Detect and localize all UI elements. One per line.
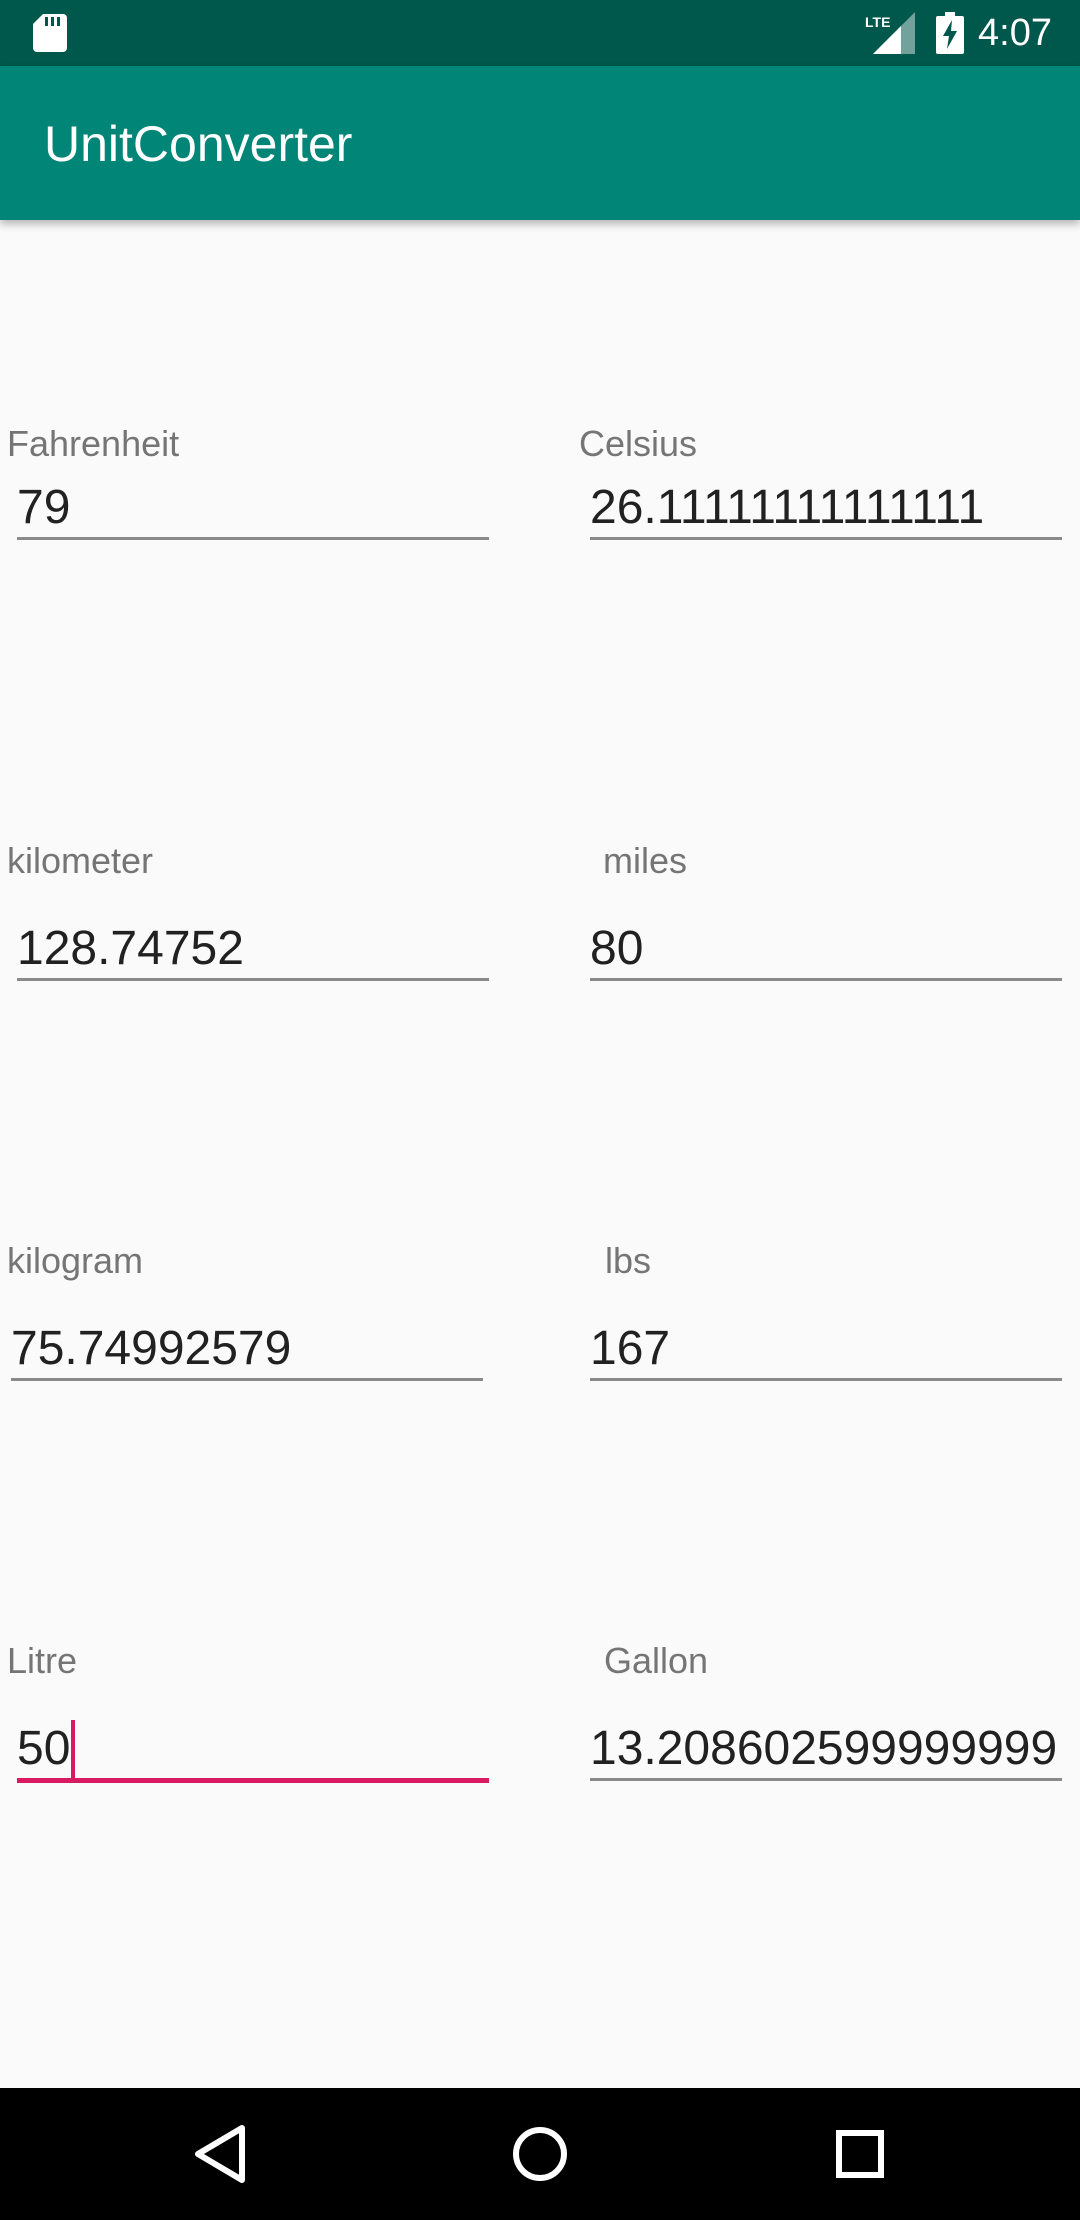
miles-value: 80 — [590, 922, 644, 975]
gallon-value: 13.208602599999999 — [590, 1722, 1058, 1775]
celsius-input[interactable]: 26.11111111111111 — [590, 479, 1062, 540]
status-bar: LTE 4:07 — [0, 0, 1080, 66]
app-bar: UnitConverter — [0, 66, 1080, 220]
kilogram-value: 75.74992579 — [11, 1322, 292, 1375]
text-cursor — [71, 1720, 76, 1778]
fahrenheit-value: 79 — [17, 481, 71, 534]
battery-charging-icon — [936, 12, 964, 54]
recents-icon[interactable] — [820, 2120, 900, 2188]
lbs-input[interactable]: 167 — [590, 1320, 1062, 1381]
kilometer-label: kilometer — [7, 840, 154, 881]
gallon-label: Gallon — [604, 1640, 709, 1681]
lte-signal-icon: LTE — [865, 12, 915, 54]
status-time: 4:07 — [978, 12, 1052, 54]
litre-input[interactable]: 50 — [17, 1720, 489, 1783]
litre-label: Litre — [7, 1640, 78, 1681]
celsius-value: 26.11111111111111 — [590, 481, 985, 534]
back-icon[interactable] — [180, 2120, 260, 2188]
kilometer-value: 128.74752 — [17, 922, 244, 975]
miles-label: miles — [603, 840, 688, 881]
gallon-input[interactable]: 13.208602599999999 — [590, 1720, 1062, 1781]
navigation-bar — [0, 2088, 1080, 2220]
celsius-label: Celsius — [579, 423, 698, 464]
fahrenheit-input[interactable]: 79 — [17, 479, 489, 540]
home-icon[interactable] — [500, 2120, 580, 2188]
lte-label: LTE — [865, 14, 890, 30]
litre-value: 50 — [17, 1722, 71, 1775]
miles-input[interactable]: 80 — [590, 920, 1062, 981]
kilogram-label: kilogram — [7, 1240, 144, 1281]
lbs-label: lbs — [605, 1240, 652, 1281]
kilometer-input[interactable]: 128.74752 — [17, 920, 489, 981]
litre-value-container: 50 — [17, 1720, 76, 1778]
kilogram-input[interactable]: 75.74992579 — [11, 1320, 483, 1381]
sd-card-icon — [33, 14, 67, 52]
app-title: UnitConverter — [44, 116, 353, 172]
fahrenheit-label: Fahrenheit — [7, 423, 180, 464]
lbs-value: 167 — [590, 1322, 671, 1375]
